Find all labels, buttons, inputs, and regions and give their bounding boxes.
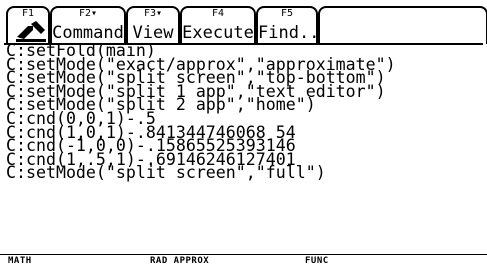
tab-view-label: View: [132, 23, 174, 43]
tab-find-key: F5: [280, 8, 294, 19]
tab-view-key: F3▾: [143, 8, 163, 19]
tab-execute-key: F4: [211, 8, 225, 19]
tab-find[interactable]: F5 Find...: [256, 6, 330, 44]
tools-icon: [16, 21, 46, 42]
tab-find-label: Find...: [258, 23, 330, 43]
toolbar-blank-tab: [318, 6, 487, 44]
tab-view[interactable]: F3▾ View: [126, 6, 180, 44]
tab-execute[interactable]: F4 Execute: [180, 6, 256, 44]
toolbar: F1 F2▾ Command F3▾ View F4 Execute F5 Fi…: [4, 6, 487, 45]
tab-command-label: Command: [52, 23, 124, 43]
status-angle-approx: RAD APPROX: [150, 256, 210, 266]
status-graph-mode: FUNC: [305, 256, 329, 266]
history-line: C:setMode("split screen","full"): [6, 163, 326, 183]
status-bar: MATH RAD APPROX FUNC: [0, 255, 487, 269]
status-mode: MATH: [8, 256, 32, 266]
tab-f1-key: F1: [21, 8, 35, 19]
tab-command-key: F2▾: [78, 8, 98, 19]
tab-command[interactable]: F2▾ Command: [50, 6, 126, 44]
text-editor-area[interactable]: C:setFold(main) C:setMode("exact/approx"…: [6, 42, 484, 240]
tab-f1-tools[interactable]: F1: [6, 6, 50, 44]
tab-execute-label: Execute: [182, 23, 254, 43]
calculator-screen: F1 F2▾ Command F3▾ View F4 Execute F5 Fi…: [0, 0, 487, 269]
